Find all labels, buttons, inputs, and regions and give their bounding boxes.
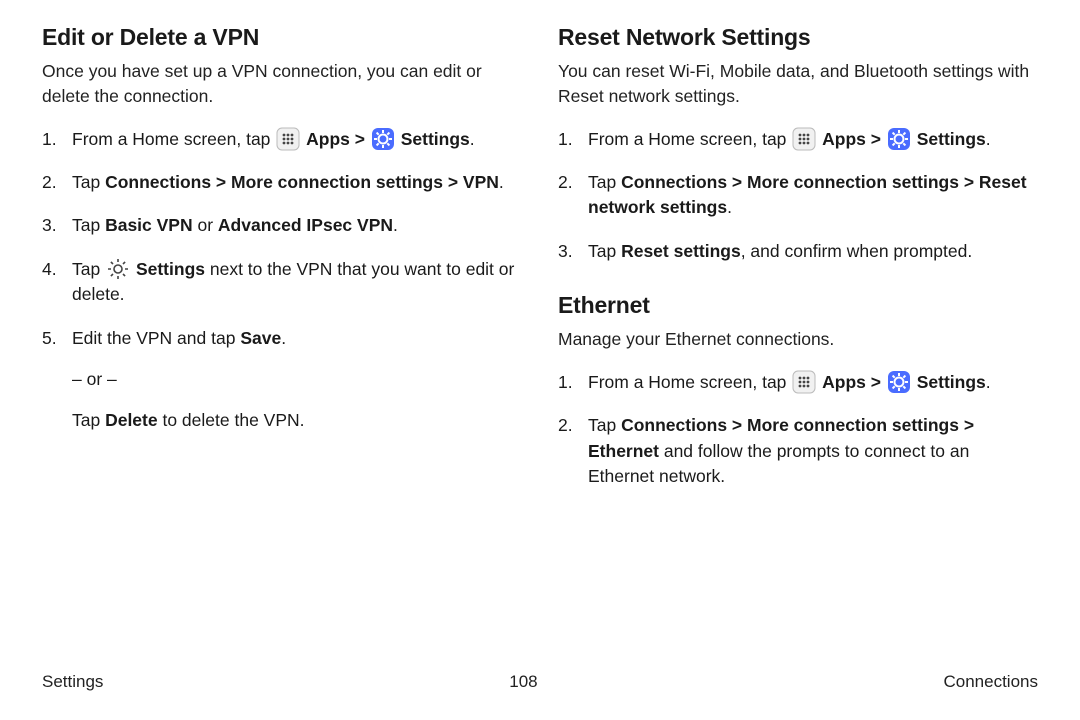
text: . <box>986 129 991 149</box>
steps-reset: From a Home screen, tap Apps > Settings.… <box>558 127 1038 265</box>
step-1: From a Home screen, tap Apps > Settings. <box>42 127 522 152</box>
text: Tap <box>72 410 105 430</box>
text: Edit the VPN and tap <box>72 328 240 348</box>
heading-ethernet: Ethernet <box>558 292 1038 319</box>
step-2: Tap Connections > More connection settin… <box>42 170 522 195</box>
left-column: Edit or Delete a VPN Once you have set u… <box>42 24 522 508</box>
step-5: Edit the VPN and tap Save. – or – Tap De… <box>42 326 522 434</box>
label-save: Save <box>240 328 281 348</box>
label-basic-vpn: Basic VPN <box>105 215 193 235</box>
text: Tap <box>588 241 621 261</box>
settings-gear-icon <box>887 127 911 151</box>
apps-grid-icon <box>792 127 816 151</box>
apps-grid-icon <box>276 127 300 151</box>
text: . <box>986 372 991 392</box>
text: Tap <box>588 172 621 192</box>
footer-left: Settings <box>42 672 103 692</box>
text: Tap <box>72 259 105 279</box>
right-column: Reset Network Settings You can reset Wi-… <box>558 24 1038 508</box>
steps-vpn: From a Home screen, tap Apps > Settings.… <box>42 127 522 434</box>
step-3: Tap Basic VPN or Advanced IPsec VPN. <box>42 213 522 238</box>
step-2: Tap Connections > More connection settin… <box>558 413 1038 489</box>
text: . <box>281 328 286 348</box>
label-advanced-ipsec: Advanced IPsec VPN <box>218 215 393 235</box>
step-2: Tap Connections > More connection settin… <box>558 170 1038 221</box>
path-reset-network: Connections > More connection settings >… <box>588 172 1027 217</box>
text: , and confirm when prompted. <box>741 241 973 261</box>
label-settings: Settings <box>917 372 986 392</box>
label-reset-settings: Reset settings <box>621 241 741 261</box>
footer-page-number: 108 <box>509 672 537 692</box>
text: . <box>470 129 475 149</box>
gear-outline-icon <box>106 257 130 281</box>
delete-instruction: Tap Delete to delete the VPN. <box>72 408 522 433</box>
text: From a Home screen, tap <box>588 372 791 392</box>
intro-vpn: Once you have set up a VPN connection, y… <box>42 59 522 109</box>
text: Tap <box>72 172 105 192</box>
text: From a Home screen, tap <box>588 129 791 149</box>
label-settings-gear: Settings <box>136 259 205 279</box>
settings-gear-icon <box>371 127 395 151</box>
chevron: > <box>355 129 370 149</box>
text: . <box>727 197 732 217</box>
path-connections-vpn: Connections > More connection settings >… <box>105 172 499 192</box>
intro-ethernet: Manage your Ethernet connections. <box>558 327 1038 352</box>
step-1: From a Home screen, tap Apps > Settings. <box>558 370 1038 395</box>
label-apps: Apps <box>306 129 350 149</box>
footer-right: Connections <box>943 672 1038 692</box>
text: From a Home screen, tap <box>72 129 275 149</box>
settings-gear-icon <box>887 370 911 394</box>
text: . <box>499 172 504 192</box>
chevron: > <box>871 372 886 392</box>
text: or <box>193 215 218 235</box>
apps-grid-icon <box>792 370 816 394</box>
label-delete: Delete <box>105 410 158 430</box>
heading-reset-network: Reset Network Settings <box>558 24 1038 51</box>
steps-ethernet: From a Home screen, tap Apps > Settings.… <box>558 370 1038 490</box>
step-3: Tap Reset settings, and confirm when pro… <box>558 239 1038 264</box>
label-apps: Apps <box>822 129 866 149</box>
page-footer: Settings 108 Connections <box>42 672 1038 692</box>
text: to delete the VPN. <box>158 410 305 430</box>
text: . <box>393 215 398 235</box>
text: Tap <box>72 215 105 235</box>
chevron: > <box>871 129 886 149</box>
label-settings: Settings <box>401 129 470 149</box>
label-settings: Settings <box>917 129 986 149</box>
or-divider: – or – <box>72 367 522 392</box>
step-1: From a Home screen, tap Apps > Settings. <box>558 127 1038 152</box>
section-ethernet: Ethernet Manage your Ethernet connection… <box>558 292 1038 489</box>
text: Tap <box>588 415 621 435</box>
intro-reset: You can reset Wi-Fi, Mobile data, and Bl… <box>558 59 1038 109</box>
step-4: Tap Settings next to the VPN that you wa… <box>42 257 522 308</box>
label-apps: Apps <box>822 372 866 392</box>
heading-edit-delete-vpn: Edit or Delete a VPN <box>42 24 522 51</box>
